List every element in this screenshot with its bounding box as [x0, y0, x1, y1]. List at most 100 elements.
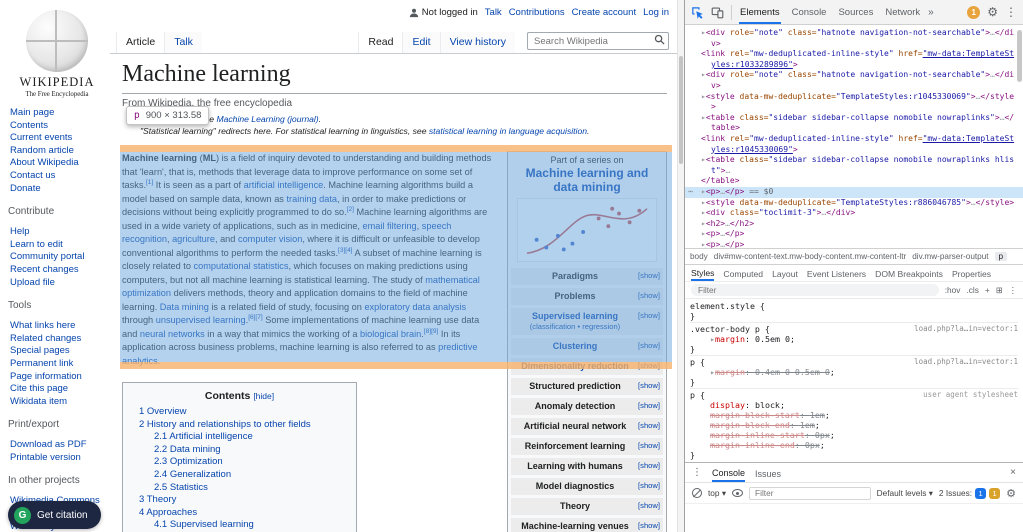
toc-link[interactable]: 2.1 Artificial intelligence — [139, 431, 340, 444]
sidebar-link[interactable]: Permanent link — [10, 358, 106, 371]
sidebar-link[interactable]: Community portal — [10, 251, 106, 264]
inspect-element-icon[interactable] — [691, 6, 704, 19]
device-toolbar-icon[interactable] — [711, 6, 724, 19]
styles-sidebar-tab[interactable]: Styles — [691, 265, 714, 281]
sidebar-link[interactable]: Donate — [10, 183, 106, 196]
wiki-link[interactable]: computer vision — [238, 234, 302, 244]
toc-link[interactable]: 1 Overview — [139, 406, 340, 419]
close-drawer-icon[interactable]: × — [1010, 467, 1016, 478]
devtools-scrollbar-thumb[interactable] — [1017, 30, 1022, 82]
wiki-link[interactable]: artificial intelligence — [244, 180, 324, 190]
infobox-section-row[interactable]: Dimensionality reduction [show] — [511, 358, 663, 375]
toc-link[interactable]: 2.5 Statistics — [139, 482, 340, 495]
grid-toggle-icon[interactable]: ⊞ — [996, 285, 1003, 295]
new-style-rule-button[interactable]: + — [985, 285, 990, 295]
console-tab[interactable]: Console — [712, 464, 745, 482]
search-icon[interactable] — [654, 34, 665, 45]
hov-toggle[interactable]: :hov — [945, 285, 961, 295]
infobox-section-row[interactable]: Theory [show] — [511, 498, 663, 515]
breadcrumb-item[interactable]: div#mw-content-text.mw-body-content.mw-c… — [714, 252, 906, 261]
sidebar-link[interactable]: Cite this page — [10, 383, 106, 396]
wiki-link[interactable]: [6][7] — [248, 314, 262, 321]
styles-sidebar-tab[interactable]: Computed — [723, 266, 763, 280]
infobox-section-row[interactable]: Learning with humans [show] — [511, 458, 663, 475]
breadcrumb-item[interactable]: div.mw-parser-output — [912, 252, 988, 261]
tab-edit[interactable]: Edit — [402, 32, 439, 53]
devtools-tab[interactable]: Sources — [837, 1, 874, 24]
wiki-link[interactable]: Machine Learning (journal) — [216, 114, 318, 124]
issues-tab[interactable]: Issues — [755, 465, 781, 481]
personal-link-talk[interactable]: Talk — [485, 7, 502, 18]
infobox-section-row[interactable]: Anomaly detection [show] — [511, 398, 663, 415]
sidebar-link[interactable]: Special pages — [10, 345, 106, 358]
wiki-link[interactable]: biological brain — [360, 329, 421, 339]
infobox-section-row[interactable]: Reinforcement learning [show] — [511, 438, 663, 455]
devtools-menu-icon[interactable]: ⋮ — [1005, 5, 1017, 19]
devtools-scrollbar[interactable] — [1017, 28, 1022, 244]
styles-sidebar-tab[interactable]: DOM Breakpoints — [875, 266, 943, 280]
breadcrumb-item[interactable]: body — [690, 252, 708, 261]
wiki-link[interactable]: statistical learning in language acquisi… — [429, 126, 587, 136]
sidebar-link[interactable]: Main page — [10, 107, 106, 120]
wikipedia-logo[interactable]: WIKIPEDIA The Free Encyclopedia — [8, 10, 106, 98]
toc-link[interactable]: 4 Approaches — [139, 507, 340, 520]
get-citation-button[interactable]: G Get citation — [8, 501, 101, 529]
infobox-section-row[interactable]: Supervised learning (classification • re… — [511, 308, 663, 335]
devtools-tab[interactable]: Network — [884, 1, 921, 24]
sidebar-link[interactable]: Related changes — [10, 333, 106, 346]
wiki-link[interactable]: neural networks — [140, 329, 205, 339]
wiki-link[interactable]: [2] — [347, 206, 354, 213]
sidebar-link[interactable]: Help — [10, 226, 106, 239]
toc-link[interactable]: 2.2 Data mining — [139, 444, 340, 457]
issues-counter[interactable]: 2 Issues: 1 1 — [939, 488, 1000, 499]
styles-filter-input[interactable] — [691, 284, 939, 296]
log-levels-select[interactable]: Default levels ▾ — [877, 488, 933, 498]
infobox-section-row[interactable]: Clustering [show] — [511, 338, 663, 355]
tab-read[interactable]: Read — [358, 32, 402, 53]
wiki-link[interactable]: training data — [286, 194, 337, 204]
devtools-tab[interactable]: Console — [791, 1, 828, 24]
sidebar-link[interactable]: Download as PDF — [10, 439, 106, 452]
wiki-link[interactable]: Data mining — [160, 302, 209, 312]
tab-article[interactable]: Article — [116, 32, 164, 53]
infobox-section-row[interactable]: Paradigms [show] — [511, 268, 663, 285]
sidebar-link[interactable]: Current events — [10, 132, 106, 145]
infobox-section-row[interactable]: Problems [show] — [511, 288, 663, 305]
tab-view-history[interactable]: View history — [440, 32, 515, 53]
sidebar-link[interactable]: Printable version — [10, 452, 106, 465]
devtools-tab[interactable]: Elements — [739, 1, 781, 24]
wiki-link[interactable]: [3][4] — [338, 246, 352, 253]
styles-sidebar-tab[interactable]: Layout — [772, 266, 798, 280]
console-filter-input[interactable] — [749, 487, 871, 500]
wiki-link[interactable]: exploratory data analysis — [364, 302, 466, 312]
styles-sidebar-tab[interactable]: Properties — [952, 266, 991, 280]
wiki-link[interactable]: computational statistics — [194, 261, 289, 271]
search-input[interactable] — [527, 32, 669, 50]
infobox-title-link[interactable]: Machine learning and data mining — [519, 167, 655, 194]
drawer-kebab-icon[interactable]: ⋮ — [692, 467, 702, 478]
page-scrollbar-thumb[interactable] — [679, 56, 683, 164]
warning-count-badge[interactable]: 1 — [967, 6, 980, 19]
toc-link[interactable]: 2.4 Generalization — [139, 469, 340, 482]
personal-link-contributions[interactable]: Contributions — [509, 7, 565, 18]
elements-tree[interactable]: ▸<div role="note" class="hatnote navigat… — [685, 25, 1023, 248]
page-scrollbar[interactable] — [677, 0, 684, 532]
sidebar-link[interactable]: About Wikipedia — [10, 157, 106, 170]
sidebar-link[interactable]: Page information — [10, 371, 106, 384]
clear-console-icon[interactable] — [692, 488, 702, 498]
infobox-section-row[interactable]: Structured prediction [show] — [511, 378, 663, 395]
sidebar-link[interactable]: Recent changes — [10, 264, 106, 277]
infobox-section-row[interactable]: Model diagnostics [show] — [511, 478, 663, 495]
toc-link[interactable]: 2.3 Optimization — [139, 456, 340, 469]
wiki-link[interactable]: agriculture — [172, 234, 215, 244]
cls-toggle[interactable]: .cls — [966, 285, 978, 295]
infobox-section-row[interactable]: Artificial neural network [show] — [511, 418, 663, 435]
toc-link[interactable]: 3 Theory — [139, 494, 340, 507]
personal-link-log-in[interactable]: Log in — [643, 7, 669, 18]
sidebar-link[interactable]: Contents — [10, 120, 106, 133]
tab-talk[interactable]: Talk — [164, 32, 202, 53]
breadcrumb-item[interactable]: p — [995, 252, 1008, 261]
wiki-link[interactable]: unsupervised learning — [156, 315, 246, 325]
styles-pane[interactable]: element.style {}load.php?la…in=vector:1.… — [685, 298, 1023, 462]
console-context-select[interactable]: top ▾ — [708, 488, 726, 498]
